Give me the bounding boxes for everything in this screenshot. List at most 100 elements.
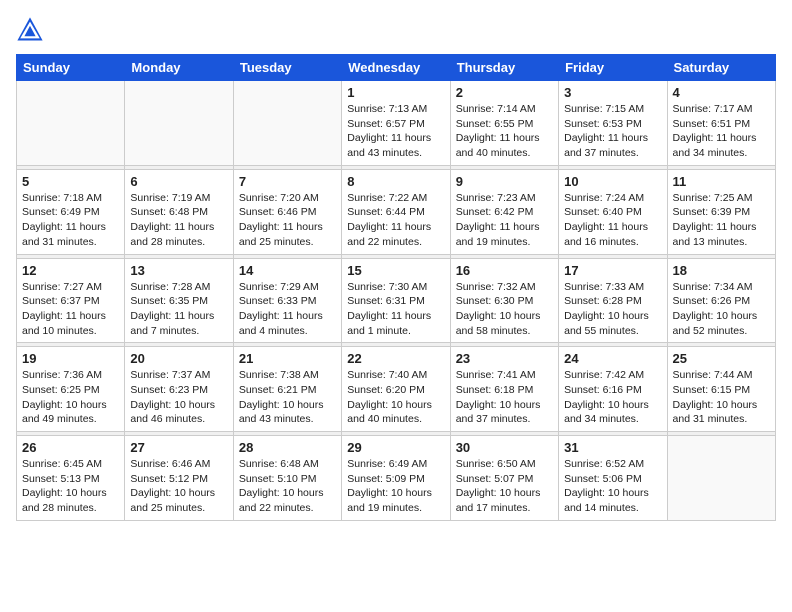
day-info: Sunrise: 6:48 AM Sunset: 5:10 PM Dayligh…	[239, 457, 336, 516]
day-number: 7	[239, 174, 336, 189]
calendar-cell: 13Sunrise: 7:28 AM Sunset: 6:35 PM Dayli…	[125, 258, 233, 343]
calendar-cell: 29Sunrise: 6:49 AM Sunset: 5:09 PM Dayli…	[342, 436, 450, 521]
calendar-week-row: 12 Sunrise: 7:27 AM Sunset: 6:37 PM Dayli…	[17, 258, 776, 343]
day-number: 19	[22, 351, 119, 366]
day-number: 15	[347, 263, 444, 278]
day-number: 4	[673, 85, 770, 100]
calendar-cell: 14 Sunrise: 7:29 AM Sunset: 6:33 PM Dayli…	[233, 258, 341, 343]
calendar-week-row: 19 Sunrise: 7:36 AM Sunset: 6:25 PM Dayli…	[17, 347, 776, 432]
day-number: 1	[347, 85, 444, 100]
calendar-week-row: 1 Sunrise: 7:13 AM Sunset: 6:57 PM Daylig…	[17, 81, 776, 166]
day-info: Sunrise: 6:49 AM Sunset: 5:09 PM Dayligh…	[347, 457, 444, 516]
day-number: 27	[130, 440, 227, 455]
day-info: Sunrise: 7:14 AM Sunset: 6:55 PM Dayligh…	[456, 102, 553, 161]
day-info: Sunrise: 7:38 AM Sunset: 6:21 PM Dayligh…	[239, 368, 336, 427]
day-number: 23	[456, 351, 553, 366]
day-info: Sunrise: 7:30 AM Sunset: 6:31 PM Dayligh…	[347, 280, 444, 339]
weekday-header-row: SundayMondayTuesdayWednesdayThursdayFrid…	[17, 55, 776, 81]
day-info: Sunrise: 6:46 AM Sunset: 5:12 PM Dayligh…	[130, 457, 227, 516]
calendar-cell: 9 Sunrise: 7:23 AM Sunset: 6:42 PM Daylig…	[450, 169, 558, 254]
day-info: Sunrise: 7:20 AM Sunset: 6:46 PM Dayligh…	[239, 191, 336, 250]
calendar-cell: 30Sunrise: 6:50 AM Sunset: 5:07 PM Dayli…	[450, 436, 558, 521]
day-info: Sunrise: 6:50 AM Sunset: 5:07 PM Dayligh…	[456, 457, 553, 516]
weekday-header-wednesday: Wednesday	[342, 55, 450, 81]
day-number: 9	[456, 174, 553, 189]
calendar-cell: 10 Sunrise: 7:24 AM Sunset: 6:40 PM Dayli…	[559, 169, 667, 254]
page-header	[16, 16, 776, 44]
day-number: 31	[564, 440, 661, 455]
day-info: Sunrise: 6:52 AM Sunset: 5:06 PM Dayligh…	[564, 457, 661, 516]
calendar-cell: 19 Sunrise: 7:36 AM Sunset: 6:25 PM Dayli…	[17, 347, 125, 432]
calendar-cell: 17Sunrise: 7:33 AM Sunset: 6:28 PM Dayli…	[559, 258, 667, 343]
day-info: Sunrise: 7:15 AM Sunset: 6:53 PM Dayligh…	[564, 102, 661, 161]
calendar-cell	[125, 81, 233, 166]
calendar-cell: 28 Sunrise: 6:48 AM Sunset: 5:10 PM Dayli…	[233, 436, 341, 521]
day-info: Sunrise: 7:25 AM Sunset: 6:39 PM Dayligh…	[673, 191, 770, 250]
calendar-week-row: 5 Sunrise: 7:18 AM Sunset: 6:49 PM Daylig…	[17, 169, 776, 254]
calendar-cell	[17, 81, 125, 166]
day-info: Sunrise: 7:40 AM Sunset: 6:20 PM Dayligh…	[347, 368, 444, 427]
day-number: 5	[22, 174, 119, 189]
weekday-header-saturday: Saturday	[667, 55, 775, 81]
day-info: Sunrise: 7:29 AM Sunset: 6:33 PM Dayligh…	[239, 280, 336, 339]
day-info: Sunrise: 7:27 AM Sunset: 6:37 PM Dayligh…	[22, 280, 119, 339]
day-info: Sunrise: 7:24 AM Sunset: 6:40 PM Dayligh…	[564, 191, 661, 250]
calendar-cell: 3 Sunrise: 7:15 AM Sunset: 6:53 PM Daylig…	[559, 81, 667, 166]
day-number: 14	[239, 263, 336, 278]
day-info: Sunrise: 7:41 AM Sunset: 6:18 PM Dayligh…	[456, 368, 553, 427]
weekday-header-sunday: Sunday	[17, 55, 125, 81]
logo	[16, 16, 48, 44]
day-info: Sunrise: 7:42 AM Sunset: 6:16 PM Dayligh…	[564, 368, 661, 427]
calendar-cell: 24Sunrise: 7:42 AM Sunset: 6:16 PM Dayli…	[559, 347, 667, 432]
calendar-week-row: 26 Sunrise: 6:45 AM Sunset: 5:13 PM Dayli…	[17, 436, 776, 521]
day-number: 10	[564, 174, 661, 189]
calendar-cell: 11 Sunrise: 7:25 AM Sunset: 6:39 PM Dayli…	[667, 169, 775, 254]
day-number: 16	[456, 263, 553, 278]
day-number: 21	[239, 351, 336, 366]
day-info: Sunrise: 7:33 AM Sunset: 6:28 PM Dayligh…	[564, 280, 661, 339]
calendar-cell: 25 Sunrise: 7:44 AM Sunset: 6:15 PM Dayli…	[667, 347, 775, 432]
day-number: 8	[347, 174, 444, 189]
calendar-cell: 4Sunrise: 7:17 AM Sunset: 6:51 PM Daylig…	[667, 81, 775, 166]
weekday-header-friday: Friday	[559, 55, 667, 81]
logo-icon	[16, 16, 44, 44]
day-info: Sunrise: 6:45 AM Sunset: 5:13 PM Dayligh…	[22, 457, 119, 516]
weekday-header-monday: Monday	[125, 55, 233, 81]
day-number: 2	[456, 85, 553, 100]
day-info: Sunrise: 7:34 AM Sunset: 6:26 PM Dayligh…	[673, 280, 770, 339]
day-info: Sunrise: 7:36 AM Sunset: 6:25 PM Dayligh…	[22, 368, 119, 427]
calendar-cell: 8Sunrise: 7:22 AM Sunset: 6:44 PM Daylig…	[342, 169, 450, 254]
calendar-cell: 21 Sunrise: 7:38 AM Sunset: 6:21 PM Dayli…	[233, 347, 341, 432]
day-number: 6	[130, 174, 227, 189]
calendar-cell	[233, 81, 341, 166]
day-number: 25	[673, 351, 770, 366]
day-number: 12	[22, 263, 119, 278]
calendar-cell: 6 Sunrise: 7:19 AM Sunset: 6:48 PM Daylig…	[125, 169, 233, 254]
calendar-cell: 18 Sunrise: 7:34 AM Sunset: 6:26 PM Dayli…	[667, 258, 775, 343]
day-number: 26	[22, 440, 119, 455]
day-number: 22	[347, 351, 444, 366]
weekday-header-tuesday: Tuesday	[233, 55, 341, 81]
calendar-cell: 16Sunrise: 7:32 AM Sunset: 6:30 PM Dayli…	[450, 258, 558, 343]
calendar-cell: 23 Sunrise: 7:41 AM Sunset: 6:18 PM Dayli…	[450, 347, 558, 432]
day-info: Sunrise: 7:19 AM Sunset: 6:48 PM Dayligh…	[130, 191, 227, 250]
day-number: 11	[673, 174, 770, 189]
day-number: 18	[673, 263, 770, 278]
day-info: Sunrise: 7:28 AM Sunset: 6:35 PM Dayligh…	[130, 280, 227, 339]
calendar-cell: 15 Sunrise: 7:30 AM Sunset: 6:31 PM Dayli…	[342, 258, 450, 343]
calendar-cell: 2 Sunrise: 7:14 AM Sunset: 6:55 PM Daylig…	[450, 81, 558, 166]
day-number: 28	[239, 440, 336, 455]
day-number: 3	[564, 85, 661, 100]
calendar-cell: 31 Sunrise: 6:52 AM Sunset: 5:06 PM Dayli…	[559, 436, 667, 521]
day-info: Sunrise: 7:13 AM Sunset: 6:57 PM Dayligh…	[347, 102, 444, 161]
day-info: Sunrise: 7:23 AM Sunset: 6:42 PM Dayligh…	[456, 191, 553, 250]
calendar-cell: 27 Sunrise: 6:46 AM Sunset: 5:12 PM Dayli…	[125, 436, 233, 521]
calendar-cell: 1 Sunrise: 7:13 AM Sunset: 6:57 PM Daylig…	[342, 81, 450, 166]
calendar-cell: 5 Sunrise: 7:18 AM Sunset: 6:49 PM Daylig…	[17, 169, 125, 254]
calendar-cell: 26 Sunrise: 6:45 AM Sunset: 5:13 PM Dayli…	[17, 436, 125, 521]
day-info: Sunrise: 7:18 AM Sunset: 6:49 PM Dayligh…	[22, 191, 119, 250]
calendar-cell: 12 Sunrise: 7:27 AM Sunset: 6:37 PM Dayli…	[17, 258, 125, 343]
calendar-cell: 20Sunrise: 7:37 AM Sunset: 6:23 PM Dayli…	[125, 347, 233, 432]
day-info: Sunrise: 7:37 AM Sunset: 6:23 PM Dayligh…	[130, 368, 227, 427]
day-info: Sunrise: 7:44 AM Sunset: 6:15 PM Dayligh…	[673, 368, 770, 427]
